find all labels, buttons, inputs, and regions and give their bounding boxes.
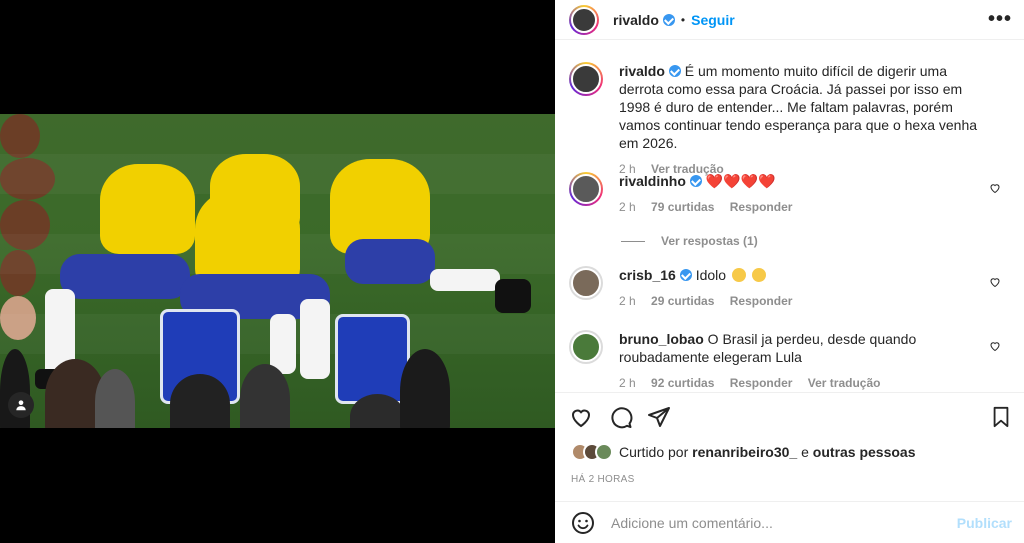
- emoji-icon[interactable]: [571, 511, 595, 535]
- like-comment-icon[interactable]: [989, 182, 1001, 194]
- instagram-post-view: rivaldo • Seguir ••• rivaldo É um moment…: [0, 0, 1024, 543]
- translate-button[interactable]: Ver tradução: [808, 376, 881, 390]
- likes-summary[interactable]: Curtido por renanribeiro30_ e outras pes…: [571, 443, 916, 461]
- commenter-avatar[interactable]: [569, 330, 603, 364]
- comment-item: bruno_lobao O Brasil ja perdeu, desde qu…: [569, 330, 1009, 390]
- comment-likes[interactable]: 92 curtidas: [651, 376, 714, 390]
- comment-time[interactable]: 2 h: [619, 200, 636, 214]
- verified-icon: [679, 269, 692, 281]
- commenter-avatar[interactable]: [569, 172, 603, 206]
- tagged-users-button[interactable]: [8, 392, 34, 418]
- post-media[interactable]: [0, 0, 555, 543]
- liked-by-prefix: Curtido por: [619, 444, 689, 460]
- others-likes-link[interactable]: outras pessoas: [813, 444, 916, 460]
- comment-username[interactable]: rivaldo: [619, 63, 665, 79]
- separator-dot: •: [680, 12, 686, 27]
- comment-likes[interactable]: 79 curtidas: [651, 200, 714, 214]
- post-timestamp[interactable]: HÁ 2 HORAS: [571, 474, 635, 485]
- view-replies-label: Ver respostas (1): [661, 234, 758, 248]
- like-comment-icon[interactable]: [989, 340, 1001, 352]
- liker-username[interactable]: renanribeiro30_: [692, 444, 797, 460]
- comment-text: ❤️❤️❤️❤️: [705, 173, 776, 189]
- share-icon[interactable]: [647, 405, 671, 429]
- comments-list[interactable]: rivaldo É um momento muito difícil de di…: [555, 48, 1024, 390]
- verified-icon: [668, 65, 681, 77]
- comment-username[interactable]: crisb_16: [619, 267, 676, 283]
- comment-time[interactable]: 2 h: [619, 376, 636, 390]
- comment-username[interactable]: bruno_lobao: [619, 331, 704, 347]
- post-header: rivaldo • Seguir •••: [555, 0, 1024, 40]
- like-comment-icon[interactable]: [989, 276, 1001, 288]
- comment-time[interactable]: 2 h: [619, 294, 636, 308]
- publish-button[interactable]: Publicar: [957, 515, 1012, 531]
- like-icon[interactable]: [569, 405, 593, 429]
- comment-icon[interactable]: [609, 405, 633, 429]
- comment-likes[interactable]: 29 curtidas: [651, 294, 714, 308]
- more-options-icon[interactable]: •••: [988, 8, 1012, 31]
- comment-text: Idolo: [695, 267, 727, 283]
- author-avatar[interactable]: [569, 4, 599, 35]
- liker-avatar: [595, 443, 613, 461]
- sad-face-emoji-icon: [751, 268, 766, 282]
- post-photo[interactable]: [0, 114, 555, 428]
- caption: rivaldo É um momento muito difícil de di…: [569, 62, 1009, 178]
- author-avatar[interactable]: [569, 62, 603, 96]
- post-details-panel: rivaldo • Seguir ••• rivaldo É um moment…: [555, 0, 1024, 543]
- post-actions-bar: [555, 392, 1024, 438]
- reply-button[interactable]: Responder: [730, 200, 793, 214]
- comment-item: crisb_16 Idolo 2 h 29 curtidas Responder: [569, 266, 1009, 310]
- add-comment-bar: Publicar: [555, 501, 1024, 543]
- view-replies-button[interactable]: Ver respostas (1): [621, 234, 758, 248]
- comment-input[interactable]: [611, 514, 957, 531]
- liked-by-conj: e: [801, 444, 809, 460]
- comment-username[interactable]: rivaldinho: [619, 173, 686, 189]
- comment-item: rivaldinho ❤️❤️❤️❤️ 2 h 79 curtidas Resp…: [569, 172, 1009, 216]
- user-icon: [16, 400, 26, 411]
- reply-button[interactable]: Responder: [730, 376, 793, 390]
- reply-button[interactable]: Responder: [730, 294, 793, 308]
- replies-divider: [621, 240, 645, 242]
- verified-icon: [689, 175, 702, 187]
- commenter-avatar[interactable]: [569, 266, 603, 300]
- star-eyes-emoji-icon: [731, 268, 746, 282]
- follow-button[interactable]: Seguir: [691, 12, 735, 28]
- verified-icon: [662, 13, 675, 26]
- author-username[interactable]: rivaldo: [613, 12, 659, 28]
- save-bookmark-icon[interactable]: [990, 405, 1012, 429]
